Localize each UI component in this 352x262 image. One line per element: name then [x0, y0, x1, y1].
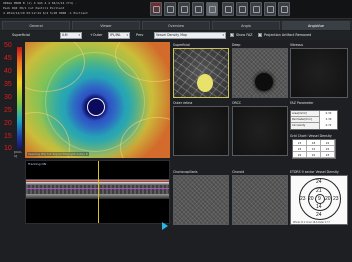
scale-tick: 40: [4, 68, 12, 75]
etdrs-inner-inferior: 14: [316, 204, 322, 210]
panel-title-outer-retina: Outer retina: [173, 101, 193, 105]
projection-checkbox[interactable]: [258, 33, 262, 37]
map-overlay-text: Spacing (M) 3.4 Signal Strength Index 8: [27, 152, 89, 156]
compare-icon[interactable]: [164, 2, 176, 16]
vitreous-thumbnail[interactable]: [290, 48, 348, 98]
top-info-bar: ORIGA PROB B (1) 4 SAS 4 4 04/2/14 Cfd) …: [0, 0, 352, 19]
grid-cell: 23: [321, 152, 335, 158]
tab-strip: General Viewer Overview Angio AngioVue: [0, 20, 352, 30]
grid-cell: 22: [307, 152, 321, 158]
grid-chart-title: Grid Chart: Vessel Density: [290, 134, 332, 138]
projection-label: Projection Artifact Removed: [264, 33, 312, 37]
scale-tick: 45: [4, 55, 12, 62]
bscan-position-line[interactable]: [98, 161, 99, 223]
vessel-density-map[interactable]: Spacing (M) 3.4 Signal Strength Index 8: [25, 42, 170, 158]
report-icon[interactable]: [264, 2, 276, 16]
panel-title-choroid: Choroid: [232, 170, 245, 174]
patient-info-line-1: ORIGA PROB B (1) 4 SAS 4 4 04/2/14 Cfd) …: [3, 1, 78, 5]
map-type-select[interactable]: Vessel Density Map: [154, 32, 226, 39]
offset-label: +Outer: [90, 33, 103, 37]
deep-thumbnail[interactable]: [232, 48, 288, 98]
density-color-scale: 50 45 40 35 30 25 20 15 10 [mm-1]: [2, 42, 24, 158]
scale-tick: 20: [4, 120, 12, 127]
outer-retina-thumbnail[interactable]: [173, 106, 229, 156]
etdrs-outer-nasal: 23: [300, 196, 306, 202]
bscan-view[interactable]: Tracking ON: [25, 160, 170, 224]
faz-circle: [87, 98, 105, 116]
print-icon[interactable]: [222, 2, 234, 16]
scan-icon[interactable]: [150, 2, 162, 16]
grid-cell: 22: [293, 152, 307, 158]
settings-icon[interactable]: [250, 2, 262, 16]
scale-tick: 35: [4, 81, 12, 88]
deep-faz: [255, 73, 273, 91]
faz-parameter-title: FAZ Parameter: [290, 101, 314, 105]
tab-angiovue[interactable]: AngioVue: [282, 21, 350, 30]
panel-title-choriocapillaris: Choriocapillaris: [173, 170, 198, 174]
choroid-thumbnail[interactable]: [232, 175, 288, 225]
control-row: Superficial ILM +Outer IPL/INL Prev Vess…: [0, 31, 352, 40]
orcc-thumbnail[interactable]: [232, 106, 288, 156]
etdrs-outer-temporal: 23: [333, 196, 339, 202]
color-bar: [17, 47, 22, 149]
etdrs-inner-superior: 21: [316, 188, 322, 194]
tab-general[interactable]: General: [2, 21, 70, 30]
help-icon[interactable]: [278, 2, 290, 16]
superficial-thumbnail[interactable]: [173, 48, 229, 98]
show-faz-checkbox[interactable]: [230, 33, 234, 37]
etdrs-outer-superior: 24: [316, 179, 322, 185]
region-label: Superficial: [12, 33, 30, 37]
faz-row-label: Circularity: [292, 124, 306, 127]
etdrs-chart[interactable]: 9 21 20 14 20 24 23 24 23 Whole 17.2 Inn…: [290, 175, 348, 225]
zoom-icon[interactable]: [206, 2, 218, 16]
type-label: Prev: [136, 33, 144, 37]
tab-overview[interactable]: Overview: [142, 21, 210, 30]
patient-info-line-2: Pack RQI 30/1 Cut Pentil1 Excllent: [3, 6, 65, 10]
etdrs-inner-nasal: 20: [308, 196, 314, 202]
faz-row-value: 0.72: [319, 123, 337, 129]
scale-tick: 25: [4, 107, 12, 114]
scale-tick: 30: [4, 94, 12, 101]
grid-chart-table: 23 18 22 23 15 22 22 22 23: [292, 139, 336, 159]
slab-select[interactable]: ILM: [60, 32, 82, 39]
panel-title-deep: Deep: [232, 43, 241, 47]
scale-tick: 50: [4, 42, 12, 49]
show-faz-label: Show FAZ: [236, 33, 253, 37]
faz-parameter-table: Area[mm2] 0.32 Perimeter[mm] 2.39 Circul…: [290, 110, 338, 130]
tab-angio[interactable]: Angio: [212, 21, 280, 30]
etdrs-inner-temporal: 20: [325, 196, 331, 202]
scale-tick: 15: [4, 133, 12, 140]
panel-title-orcc: ORCC: [232, 101, 242, 105]
panel-title-superficial: Superficial: [173, 43, 190, 47]
panel-title-vitreous: Vitreous: [290, 43, 304, 47]
etdrs-title: ETDRS 9 sector Vessel Density: [290, 170, 339, 174]
choriocapillaris-thumbnail[interactable]: [173, 175, 229, 225]
export-icon[interactable]: [236, 2, 248, 16]
play-icon[interactable]: [162, 222, 168, 230]
grid-icon[interactable]: [192, 2, 204, 16]
scale-unit: [mm-1]: [14, 150, 23, 158]
tab-viewer[interactable]: Viewer: [72, 21, 140, 30]
layers-icon[interactable]: [178, 2, 190, 16]
etdrs-outer-inferior: 24: [316, 212, 322, 218]
plexus-select[interactable]: IPL/INL: [108, 32, 130, 39]
etdrs-footer: Whole 17.2 Inner 16.6 Outer 17.7: [293, 221, 330, 224]
patient-info-line-3: 4 2014/12/10 03:12:44 6/4 5/20 0000 -1 E…: [3, 11, 88, 15]
faz-area-highlight: [197, 74, 213, 92]
etdrs-center-value: 9: [318, 196, 321, 202]
bscan-label: Tracking ON: [28, 162, 47, 166]
scale-tick: 10: [4, 145, 12, 152]
